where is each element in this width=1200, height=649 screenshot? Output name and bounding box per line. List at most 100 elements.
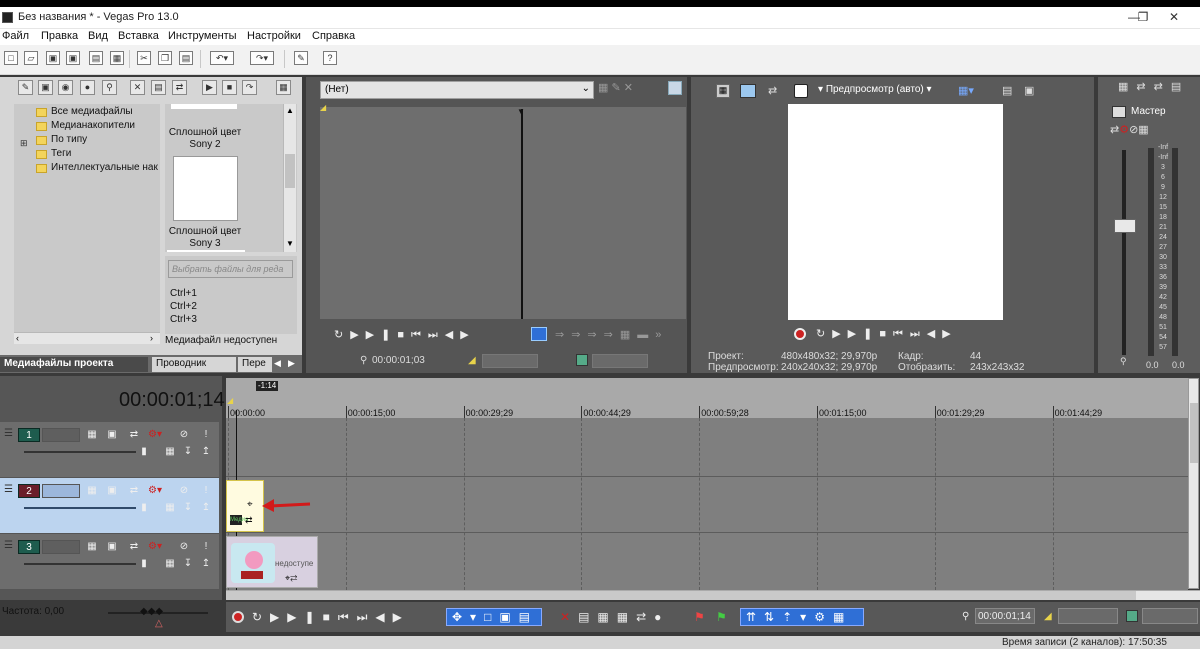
play-preview-icon[interactable]: ▶ [202,80,217,95]
menu-file[interactable]: Файл [2,30,29,42]
mute-icon[interactable]: ⊘ [178,429,190,441]
tree-horizontal-scrollbar[interactable]: ‹ › [14,332,160,344]
master-fx-icons[interactable]: ⇄⚙⊘▦ [1110,123,1149,136]
enable-snapping-icon[interactable]: ✎ [294,51,308,65]
auto-preview-icon[interactable]: ↷ [242,80,257,95]
media-properties-icon[interactable]: ▤ [151,80,166,95]
trimmer-view[interactable]: ▼ ◢ [320,103,686,319]
selection-length-field[interactable] [1142,608,1198,624]
track-envelope-icon[interactable]: ▦ [164,446,176,458]
track-fx-icon[interactable]: ▣ [106,429,118,441]
save-icon[interactable]: ▣ [46,51,60,65]
track-motion-icon[interactable]: ▦ [86,541,98,553]
remove-media-icon[interactable]: ✕ [130,80,145,95]
gear-icon[interactable]: ⚙▾ [148,429,162,441]
level-slider[interactable] [24,451,136,453]
tab-project-media[interactable]: Медиафайлы проекта [0,357,148,372]
preview-properties-icon[interactable]: ▦ [716,84,730,98]
snap-tool-icons[interactable]: ⇈⇅⇡▾⚙▦ [746,610,852,624]
capture-icon[interactable]: ▣ [38,80,53,95]
track-header-2[interactable]: ☰ 2 ▦ ▣ ⇄ ⚙▾ ⊘! ▮ ▦ ↧ ↥ [0,478,219,534]
whats-this-icon[interactable]: ? [323,51,337,65]
new-project-icon[interactable]: □ [4,51,18,65]
solo-icon[interactable]: ! [200,429,212,441]
video-fx-icon[interactable] [794,84,808,98]
preview-transport[interactable]: ↻▶▶❚■⏮⏭◀▶ [816,327,958,341]
master-tools[interactable]: ▦⇄⇄▤ [1118,80,1189,93]
undo-icon[interactable]: ↶▾ [210,51,234,65]
timeline-horizontal-scrollbar[interactable] [226,590,1200,600]
make-parent-icon[interactable]: ↥ [200,502,212,514]
video-clip-track2[interactable]: ⌖ Медиа ⇄ [226,480,264,532]
trimmer-edit-tools[interactable]: ⇒⇒⇒⇒▦▬» [555,328,668,341]
search-media-icon[interactable]: ⚲ [102,80,117,95]
marker-flag[interactable]: -1:14 [256,381,279,391]
trimmer-select-icon[interactable] [531,327,547,341]
close-icon[interactable]: ✕ [1162,9,1186,25]
copy-snapshot-icon[interactable]: ▤ [1002,84,1012,97]
media-search-input[interactable]: Выбрать файлы для реда [168,260,293,278]
properties-icon[interactable]: ▦ [110,51,124,65]
record-icon[interactable] [794,328,806,340]
external-monitor-icon[interactable] [740,84,756,98]
collapse-icon[interactable]: ☰ [4,540,13,551]
level-thumb-icon[interactable]: ▮ [138,502,150,514]
media-fx-icon[interactable]: ● [80,80,95,95]
compositing-icon[interactable]: ⇄ [128,485,140,497]
transport-controls[interactable]: ↻▶▶❚■⏮⏭◀▶ [252,610,410,625]
track-header-3[interactable]: ☰ 3 ▦ ▣ ⇄ ⚙▾ ⊘! ▮ ▦ ↧ ↥ [0,534,219,590]
region-icon[interactable]: ⚑ [716,610,727,624]
menu-edit[interactable]: Правка [41,30,78,42]
track-fx-icon[interactable]: ▣ [106,485,118,497]
mute-icon[interactable]: ⊘ [178,541,190,553]
copy-icon[interactable]: ❐ [158,51,172,65]
tab-explorer[interactable]: Проводник [152,357,236,372]
paste-icon[interactable]: ▤ [179,51,193,65]
trimmer-source-select[interactable]: (Нет) ⌄ [320,81,594,99]
restore-icon[interactable]: ❐ [1131,9,1155,25]
get-media-icon[interactable]: ◉ [58,80,73,95]
media-thumbnail-sony3[interactable] [173,156,238,221]
master-fader[interactable] [1114,219,1136,233]
lock-icon[interactable]: ⚲ [1120,356,1127,367]
compositing-icon[interactable]: ⇄ [128,541,140,553]
trimmer-in-field[interactable] [482,354,538,368]
gear-icon[interactable]: ⚙▾ [148,485,162,497]
collapse-icon[interactable]: ☰ [4,428,13,439]
stop-preview-icon[interactable]: ■ [222,80,237,95]
save-snapshot-icon[interactable]: ▣ [1024,84,1034,97]
marker-icon[interactable]: ⚑ [694,610,705,624]
selection-start-field[interactable] [1058,608,1118,624]
menu-tools[interactable]: Инструменты [168,30,237,42]
trimmer-transport[interactable]: ↻▶▶❚■⏮⏭◀▶ [334,328,476,342]
split-screen-icon[interactable]: ⇄ [768,84,777,97]
track-motion-icon[interactable]: ▦ [86,485,98,497]
track-name-field[interactable] [42,484,80,498]
track-header-1[interactable]: ☰ 1 ▦ ▣ ⇄ ⚙▾ ⊘! ▮ ▦ ↧ ↥ [0,422,219,478]
scroll-down-icon[interactable]: ▼ [286,239,294,248]
trimmer-display-icon[interactable] [668,81,682,95]
track-envelope-icon[interactable]: ▦ [164,502,176,514]
trimmer-tools-icons[interactable]: ▦ ✎ ✕ [598,81,633,94]
menu-insert[interactable]: Вставка [118,30,159,42]
level-thumb-icon[interactable]: ▮ [138,446,150,458]
media-fx-chain-icon[interactable]: ⇄ [172,80,187,95]
level-slider[interactable] [24,563,136,565]
track-name-field[interactable] [42,540,80,554]
track-name-field[interactable] [42,428,80,442]
solo-icon[interactable]: ! [200,485,212,497]
menu-settings[interactable]: Настройки [247,30,301,42]
rate-thumb-icon[interactable]: ◆◆◆ [140,606,163,617]
level-slider[interactable] [24,507,136,509]
mute-icon[interactable]: ⊘ [178,485,190,497]
thumbnails-scrollbar[interactable]: ▲ ▼ [283,104,296,252]
make-parent-icon[interactable]: ↥ [200,446,212,458]
render-icon[interactable]: ▤ [89,51,103,65]
save-as-icon[interactable]: ▣ [66,51,80,65]
video-clip-track3[interactable]: недоступе ⌖⇄ [226,536,318,588]
expand-icon[interactable]: ⊞ [20,138,28,149]
record-icon[interactable] [232,611,244,623]
edit-tool-icons[interactable]: ✥▾□▣▤ [452,610,538,624]
views-icon[interactable]: ▦ [276,80,291,95]
menu-view[interactable]: Вид [88,30,108,42]
